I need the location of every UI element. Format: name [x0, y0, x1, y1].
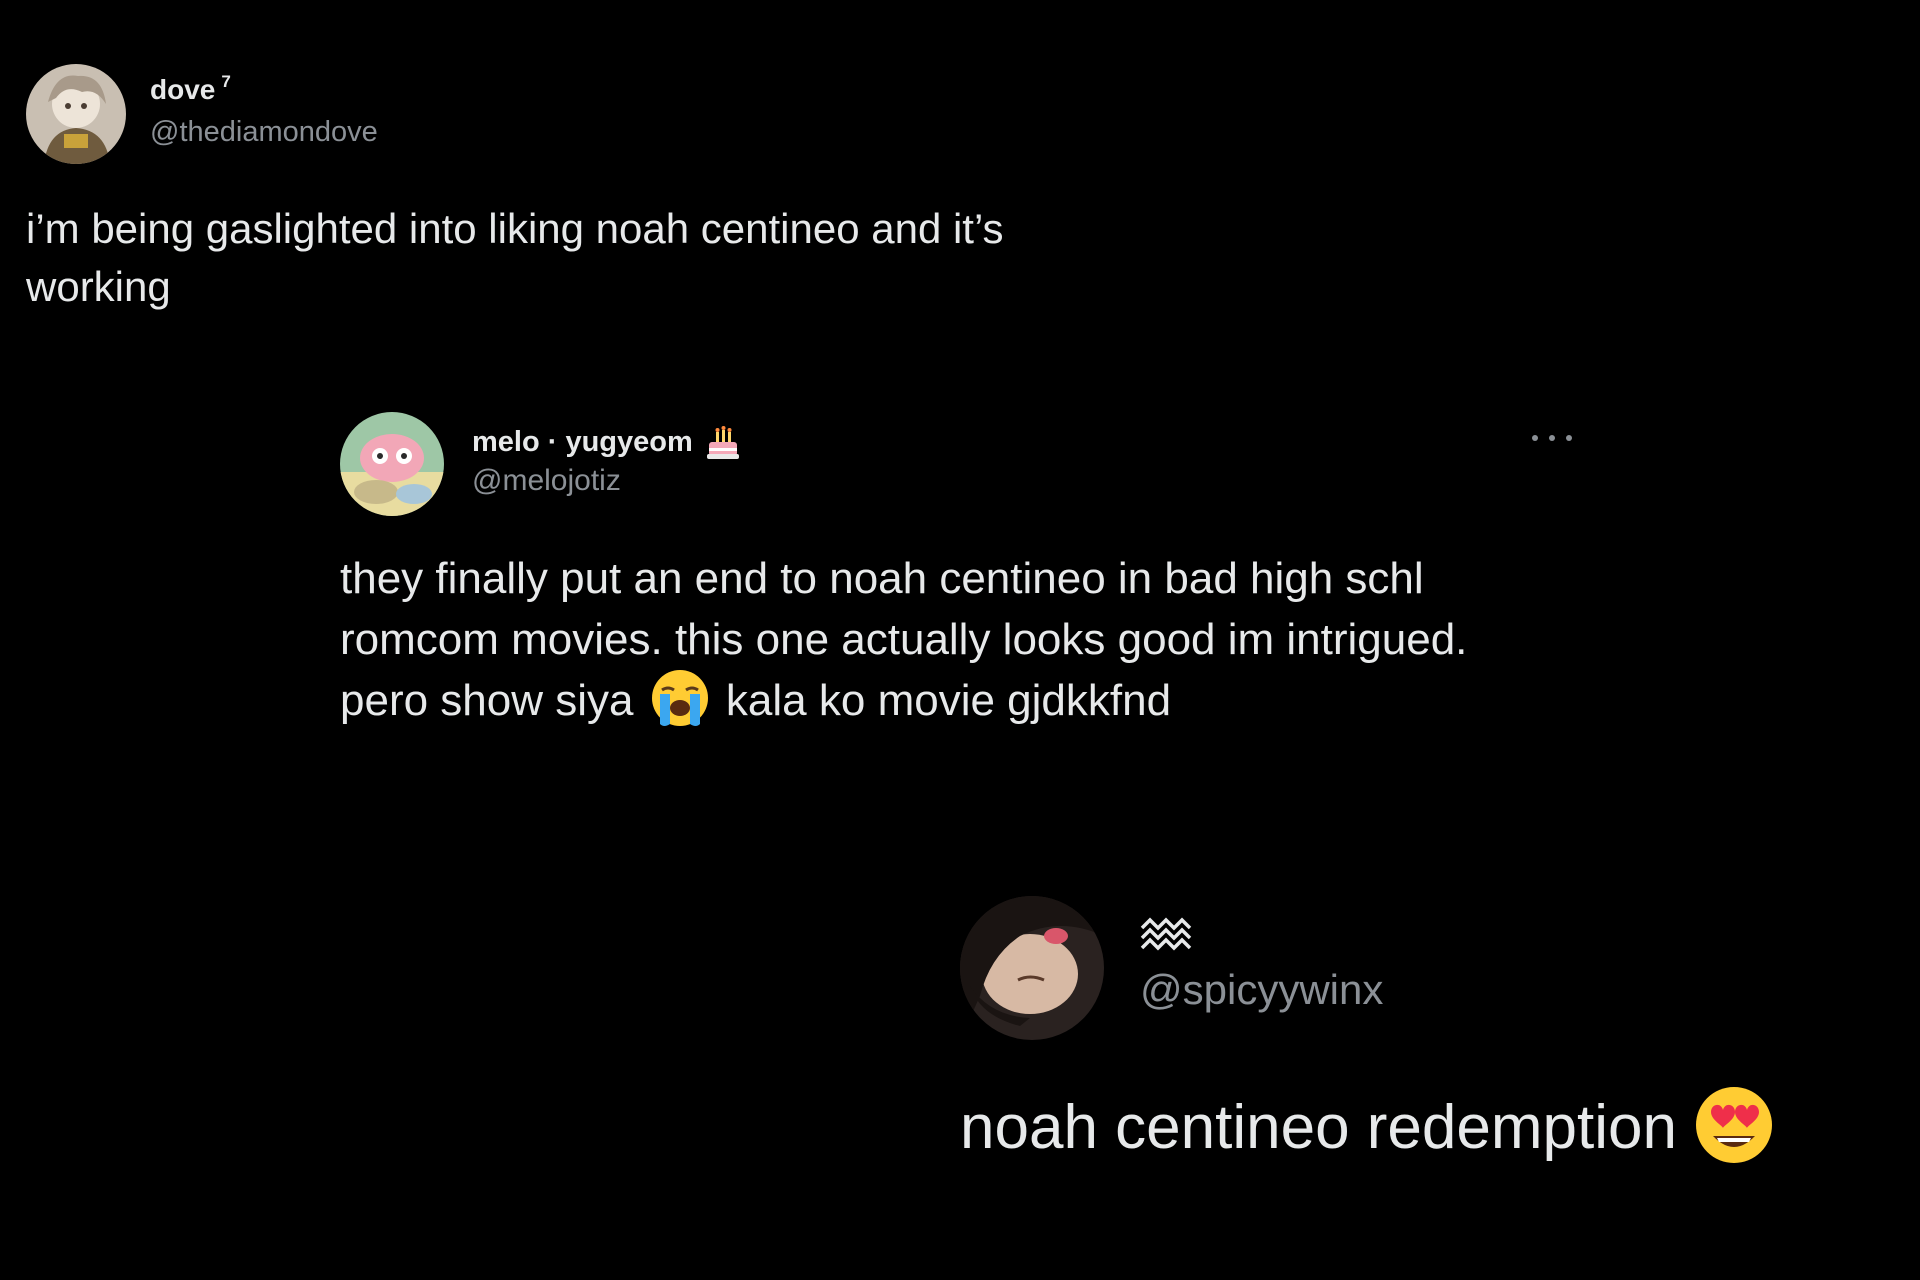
user-handle[interactable]: @thediamondove — [150, 116, 378, 149]
display-name-text: melo · yugyeom — [472, 425, 693, 458]
avatar[interactable] — [26, 64, 126, 164]
display-name[interactable]: dove 7 — [150, 72, 231, 106]
tweet-melojotiz[interactable]: melo · yugyeom @melojotiz they finally p… — [340, 412, 1580, 742]
loudly-crying-face-icon — [651, 670, 708, 727]
avatar[interactable] — [340, 412, 444, 516]
heart-eyes-face-icon — [1695, 1086, 1772, 1163]
user-handle[interactable]: @spicyywinx — [1140, 966, 1383, 1014]
avatar-image — [26, 64, 126, 164]
user-handle[interactable]: @melojotiz — [472, 464, 621, 498]
avatar[interactable] — [960, 896, 1104, 1040]
tweet-text: i’m being gaslighted into liking noah ce… — [26, 205, 1004, 310]
tweet-text-part: noah centineo redemption — [960, 1093, 1677, 1162]
tweet-spicyywinx[interactable]: @spicyywinx noah centineo redemption — [960, 896, 1890, 1186]
tweet-text: noah centineo redemption — [960, 1086, 1880, 1168]
display-name-text: dove — [150, 74, 216, 105]
tweet-text-part: kala ko movie gjdkkfnd — [713, 676, 1172, 725]
avatar-image — [340, 412, 444, 516]
name-suffix: 7 — [221, 72, 231, 91]
more-options-icon[interactable] — [1532, 430, 1572, 446]
tweet-thediamondove[interactable]: dove 7 @thediamondove i’m being gaslight… — [26, 64, 1156, 324]
birthday-cake-icon — [706, 426, 739, 459]
aquarius-symbol-icon — [1140, 917, 1192, 951]
tweet-text: they finally put an end to noah centineo… — [340, 548, 1540, 731]
avatar-image — [960, 896, 1104, 1040]
display-name[interactable]: melo · yugyeom — [472, 422, 743, 462]
